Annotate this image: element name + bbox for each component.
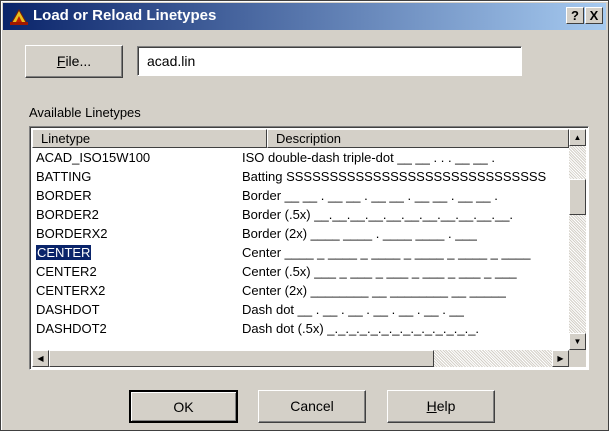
linetype-name: CENTERX2 <box>36 281 264 300</box>
title-help-button[interactable]: ? <box>566 7 584 24</box>
column-header-linetype[interactable]: Linetype <box>32 129 267 148</box>
list-item[interactable]: BORDERX2 Border (2x) ____ ____ . ____ ___… <box>32 224 569 243</box>
file-button[interactable]: File... <box>25 45 123 78</box>
linetype-description: Border (2x) ____ ____ . ____ ____ . ___ <box>242 226 477 241</box>
available-linetypes-label: Available Linetypes <box>29 105 141 120</box>
help-button-label: elp <box>436 398 456 414</box>
list-item[interactable]: BORDER Border __ __ . __ __ . __ __ . __ … <box>32 186 569 205</box>
linetype-name: BORDER2 <box>36 205 264 224</box>
list-item[interactable]: CENTER Center ____ _ ____ _ ____ _ ____ _… <box>32 243 569 262</box>
linetype-name: DASHDOT <box>36 300 264 319</box>
linetype-name: CENTER2 <box>36 262 264 281</box>
linetype-description: Dash dot __ . __ . __ . __ . __ . __ . _… <box>242 302 464 317</box>
vertical-scrollbar[interactable]: ▲ ▼ <box>569 129 586 350</box>
help-button[interactable]: Help <box>387 390 495 423</box>
close-button[interactable]: X <box>585 7 603 24</box>
linetype-name: BORDER <box>36 186 264 205</box>
linetype-name-text: CENTER2 <box>36 264 97 279</box>
scrollbar-corner <box>569 350 586 367</box>
file-button-label: ile... <box>65 53 92 69</box>
linetype-rows: ACAD_ISO15W100 ISO double-dash triple-dot… <box>32 148 569 338</box>
column-header-description[interactable]: Description <box>267 129 569 148</box>
arrow-left-icon[interactable]: ◀ <box>32 350 49 367</box>
linetype-list[interactable]: Linetype Description ACAD_ISO15W100 ISO d… <box>29 126 589 370</box>
arrow-right-icon[interactable]: ▶ <box>552 350 569 367</box>
linetype-name: DASHDOT2 <box>36 319 264 338</box>
horizontal-scroll-thumb[interactable] <box>49 350 434 367</box>
horizontal-scrollbar[interactable]: ◀ ▶ <box>32 350 569 367</box>
cancel-button[interactable]: Cancel <box>258 390 366 423</box>
load-linetypes-dialog: Load or Reload Linetypes ? X File... aca… <box>0 0 609 431</box>
list-item[interactable]: DASHDOT Dash dot __ . __ . __ . __ . __ .… <box>32 300 569 319</box>
linetype-name: ACAD_ISO15W100 <box>36 148 264 167</box>
dialog-title: Load or Reload Linetypes <box>33 7 217 24</box>
list-item[interactable]: BORDER2 Border (.5x) __.__.__.__.__.__.__… <box>32 205 569 224</box>
ok-button[interactable]: OK <box>129 390 238 423</box>
linetype-description: ISO double-dash triple-dot __ __ . . . _… <box>242 150 495 165</box>
autocad-app-icon <box>10 8 28 25</box>
linetype-description: Center (2x) ________ __ ________ __ ____… <box>242 283 506 298</box>
list-item[interactable]: DASHDOT2 Dash dot (.5x) _._._._._._._._._… <box>32 319 569 338</box>
vertical-scroll-thumb[interactable] <box>569 179 586 215</box>
linetype-name-text: BORDER <box>36 188 92 203</box>
list-item[interactable]: CENTER2 Center (.5x) ___ _ ___ _ ___ _ __… <box>32 262 569 281</box>
linetype-name: BORDERX2 <box>36 224 264 243</box>
title-bar[interactable]: Load or Reload Linetypes ? X <box>3 3 606 30</box>
linetype-name-text: BORDERX2 <box>36 226 108 241</box>
arrow-down-icon[interactable]: ▼ <box>569 333 586 350</box>
linetype-name-text: CENTERX2 <box>36 283 106 298</box>
list-item[interactable]: BATTING Batting SSSSSSSSSSSSSSSSSSSSSSSSS… <box>32 167 569 186</box>
linetype-description: Center (.5x) ___ _ ___ _ ___ _ ___ _ ___… <box>242 264 517 279</box>
file-name-field[interactable]: acad.lin <box>137 46 522 76</box>
arrow-up-icon[interactable]: ▲ <box>569 129 586 146</box>
linetype-name: CENTER <box>36 243 264 262</box>
linetype-name-text: DASHDOT <box>36 302 100 317</box>
linetype-name-text: DASHDOT2 <box>36 321 107 336</box>
linetype-name-text: BATTING <box>36 169 92 184</box>
linetype-name-text: BORDER2 <box>36 207 99 222</box>
linetype-description: Dash dot (.5x) _._._._._._._._._._._._._… <box>242 321 480 336</box>
linetype-description: Batting SSSSSSSSSSSSSSSSSSSSSSSSSSSSSS <box>242 169 547 184</box>
linetype-description: Center ____ _ ____ _ ____ _ ____ _ ____ … <box>242 245 531 260</box>
linetype-name-text: CENTER <box>36 244 93 261</box>
linetype-description: Border __ __ . __ __ . __ __ . __ __ . _… <box>242 188 498 203</box>
help-button-mnemonic: H <box>426 398 437 414</box>
list-item[interactable]: ACAD_ISO15W100 ISO double-dash triple-dot… <box>32 148 569 167</box>
linetype-name: BATTING <box>36 167 264 186</box>
linetype-description: Border (.5x) __.__.__.__.__.__.__.__.__.… <box>242 207 514 222</box>
linetype-name-text: ACAD_ISO15W100 <box>36 150 151 165</box>
list-item[interactable]: CENTERX2 Center (2x) ________ __ ________… <box>32 281 569 300</box>
